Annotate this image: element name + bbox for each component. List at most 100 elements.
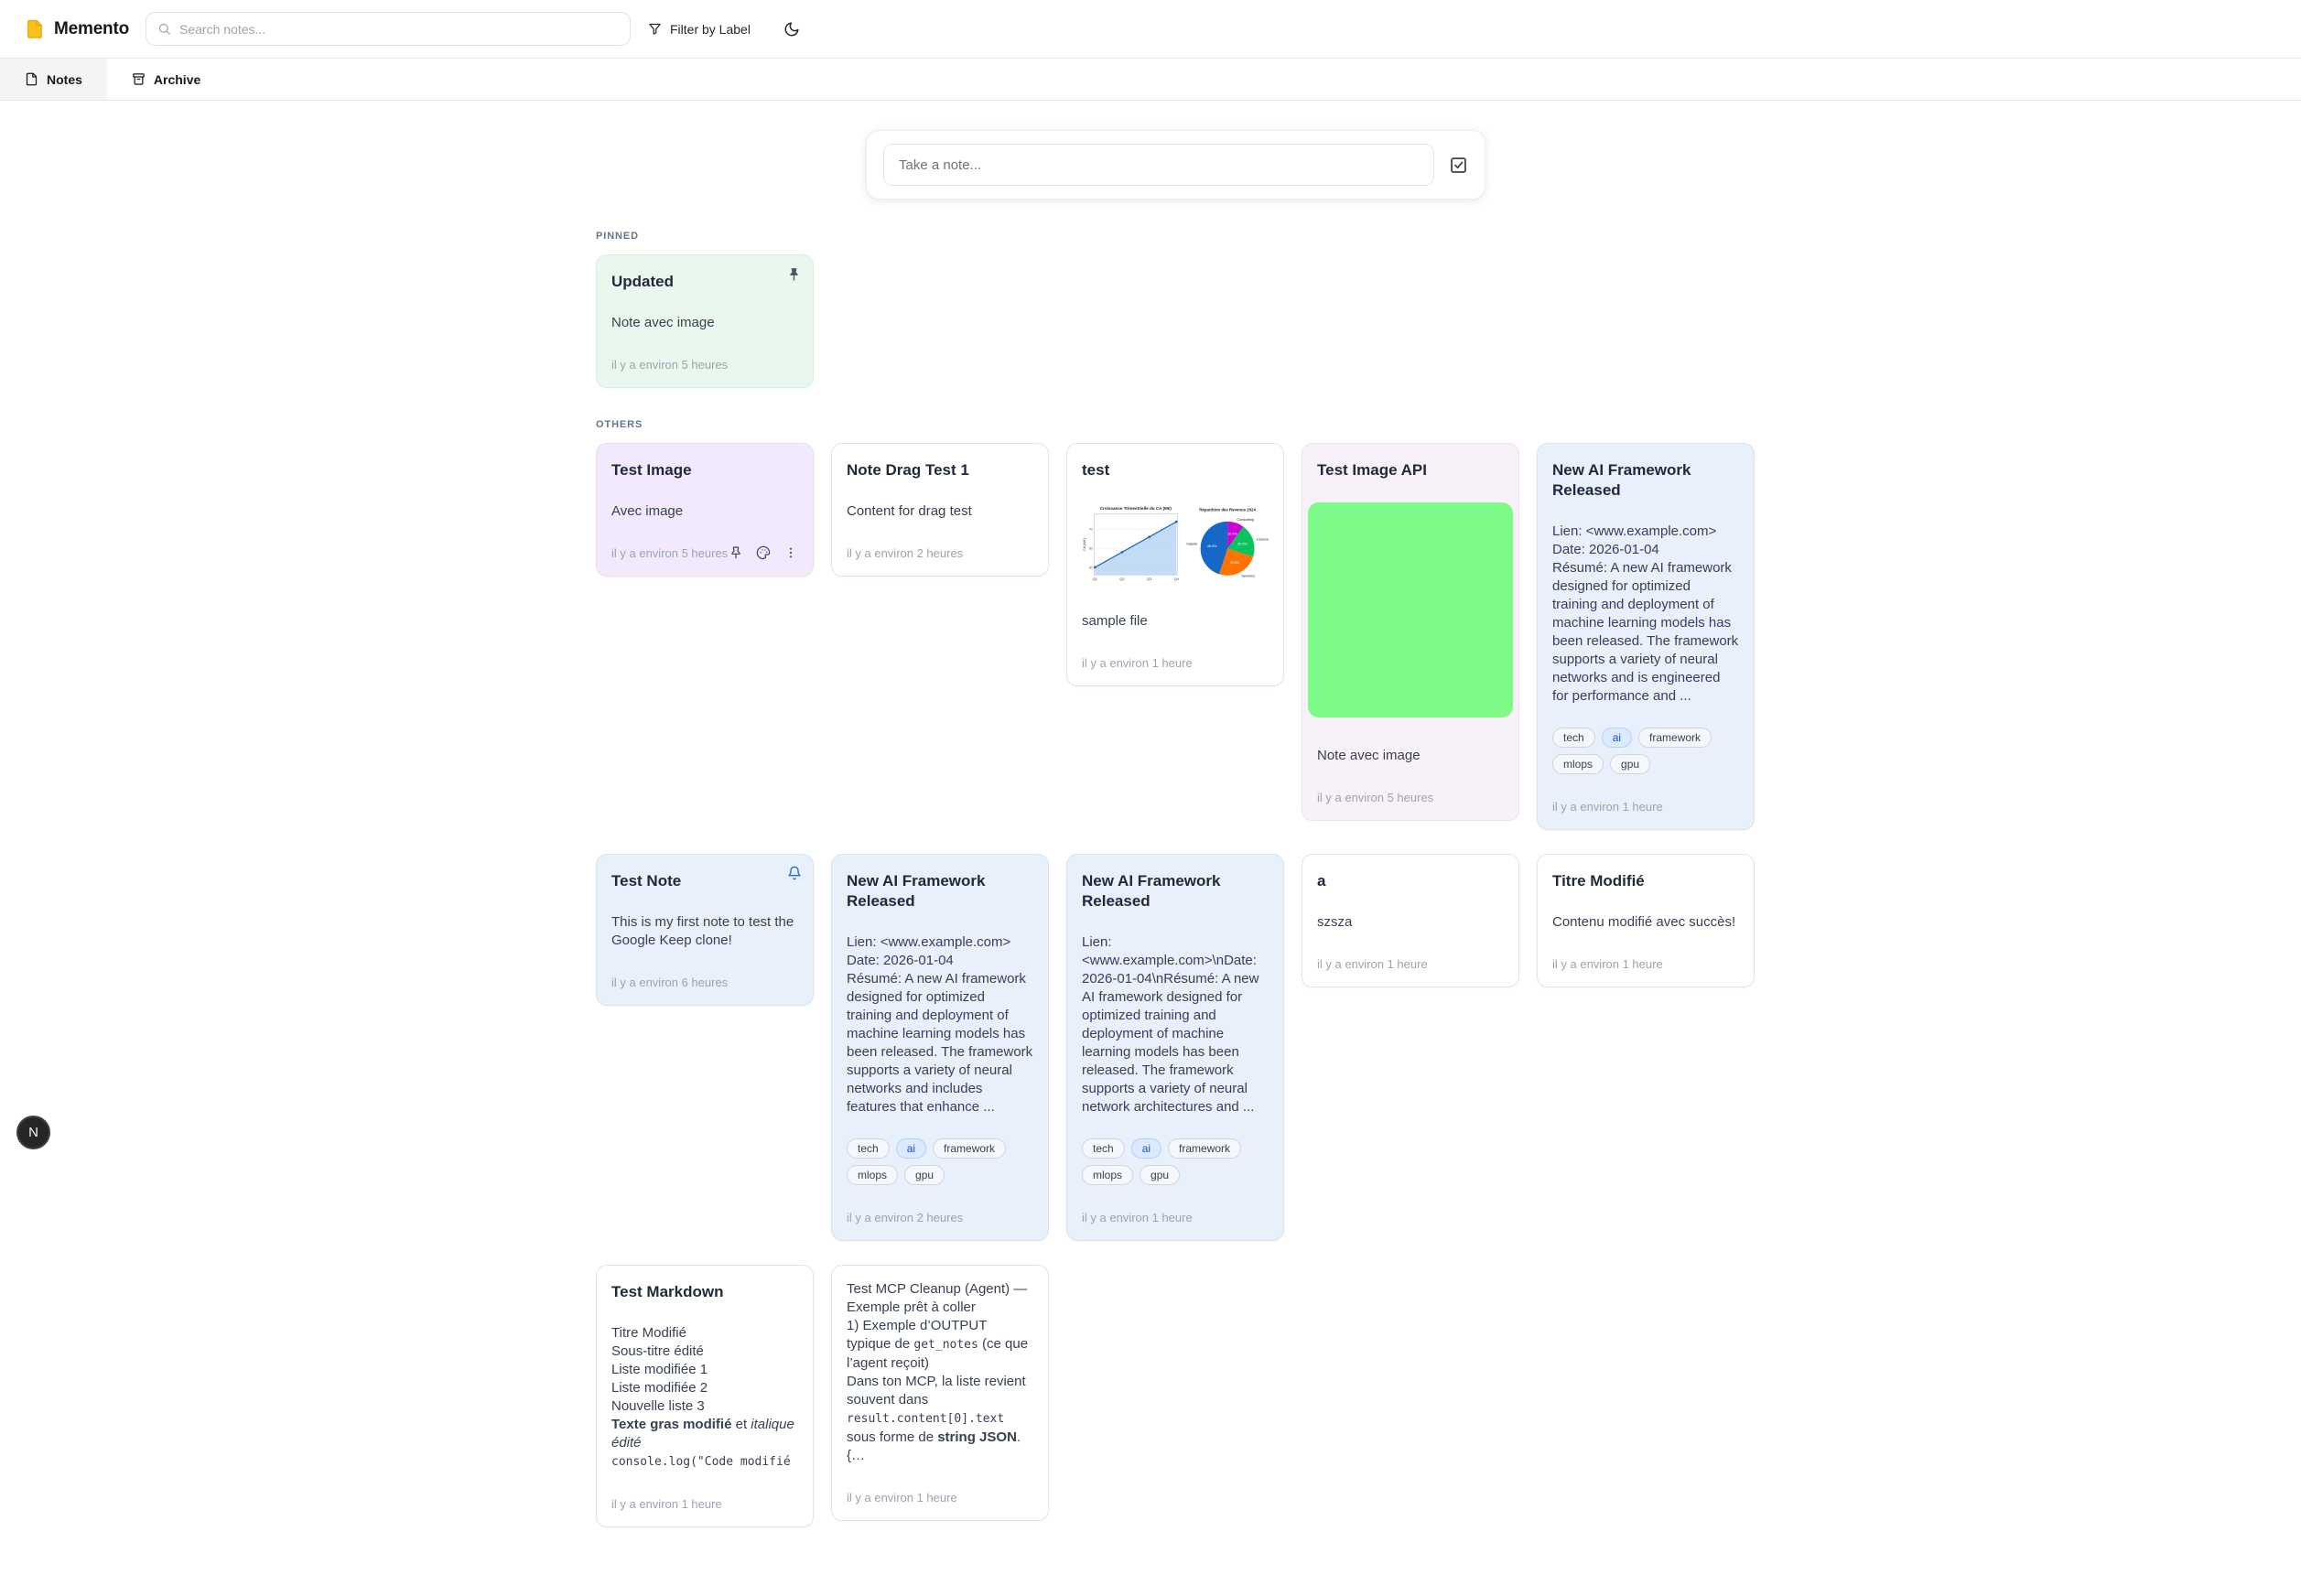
note-card[interactable]: test506070Q1Q2Q3Q4Croissance Trimestriel… [1066,443,1284,686]
svg-text:Croissance Trimestrielle du CA: Croissance Trimestrielle du CA (M€) [1100,506,1172,511]
svg-text:Q2: Q2 [1119,577,1124,581]
tag-chip[interactable]: mlops [847,1165,898,1185]
note-timestamp: il y a environ 5 heures [611,546,728,560]
note-title: Test Image [611,460,798,480]
svg-text:Licences: Licences [1257,536,1269,541]
tag-chip[interactable]: tech [1082,1138,1125,1159]
tag-chip[interactable]: framework [1638,728,1712,748]
note-card[interactable]: Note Drag Test 1Content for drag testil … [831,443,1049,577]
tag-chip[interactable]: gpu [1610,754,1650,774]
take-a-note-input[interactable] [883,144,1434,186]
note-timestamp: il y a environ 5 heures [1317,791,1433,804]
note-card[interactable]: Test Image APINote avec imageil y a envi… [1302,443,1519,821]
note-timestamp: il y a environ 1 heure [1082,656,1193,670]
note-image [1308,502,1513,717]
check-square-icon [1449,156,1468,175]
note-card[interactable]: UpdatedNote avec imageil y a environ 5 h… [596,254,814,388]
tab-notes[interactable]: Notes [0,59,107,100]
note-title: test [1082,460,1269,480]
tag-chip[interactable]: ai [896,1138,926,1159]
note-content: Lien: <www.example.com>\nDate: 2026-01-0… [1082,933,1269,1116]
funnel-icon [648,22,662,36]
svg-text:CA (M€): CA (M€) [1083,537,1086,551]
note-card[interactable]: Test Note This is my first note to test t… [596,854,814,1006]
note-content: Contenu modifié avec succès! [1552,913,1739,932]
note-card[interactable]: New AI Framework ReleasedLien: <www.exam… [831,854,1049,1241]
reminder-bell-badge[interactable] [787,866,802,880]
note-card[interactable]: Test MarkdownTitre ModifiéSous-titre édi… [596,1265,814,1527]
svg-text:10.0%: 10.0% [1227,532,1237,535]
tag-chip[interactable]: gpu [1140,1165,1180,1185]
note-card[interactable]: aszszail y a environ 1 heure [1302,854,1519,987]
note-card[interactable]: Test ImageAvec imageil y a environ 5 heu… [596,443,814,577]
search-box [146,12,631,46]
tag-chip[interactable]: ai [1602,728,1632,748]
svg-text:Q3: Q3 [1147,577,1152,581]
note-footer: il y a environ 6 heures [611,974,798,990]
note-timestamp: il y a environ 2 heures [847,1211,963,1224]
note-title: Titre Modifié [1552,871,1739,891]
tab-archive-label: Archive [154,72,200,87]
app-logo-icon [24,18,45,39]
tab-archive[interactable]: Archive [107,59,225,100]
app-header: Memento Filter by Label [0,0,2301,59]
note-content: Lien: <www.example.com> Date: 2026-01-04… [847,933,1033,1116]
note-title: New AI Framework Released [1552,460,1739,501]
tab-notes-label: Notes [47,72,82,87]
filter-by-label-button[interactable]: Filter by Label [648,22,751,37]
palette-icon[interactable] [756,545,771,560]
tag-chip[interactable]: tech [847,1138,890,1159]
note-timestamp: il y a environ 2 heures [847,546,963,560]
others-section-label: OTHERS [596,419,2301,430]
filter-by-label-text: Filter by Label [670,22,751,37]
tag-chip[interactable]: mlops [1082,1165,1133,1185]
note-timestamp: il y a environ 1 heure [1552,800,1663,814]
pinned-section-label: PINNED [596,231,2301,242]
note-footer: il y a environ 5 heures [611,545,798,561]
note-file-icon [25,72,38,86]
tag-chip[interactable]: tech [1552,728,1595,748]
note-content: sample file [1082,612,1269,631]
search-input[interactable] [179,22,619,37]
note-tags: techai framework mlops gpu [1552,728,1739,774]
note-attachments: 506070Q1Q2Q3Q4Croissance Trimestrielle d… [1082,502,1269,587]
pin-outline-icon[interactable] [729,545,743,560]
note-footer: il y a environ 1 heure [1317,955,1504,972]
note-footer: il y a environ 1 heure [611,1495,798,1512]
more-vertical-icon[interactable] [783,545,798,560]
tag-chip[interactable]: ai [1131,1138,1161,1159]
note-title: Test Image API [1317,460,1504,480]
note-footer: il y a environ 1 heure [1082,654,1269,671]
svg-text:45.0%: 45.0% [1207,545,1217,548]
svg-text:60: 60 [1089,547,1093,551]
tab-bar: Notes Archive [0,59,2301,101]
svg-text:Répartition des Revenus 2024: Répartition des Revenus 2024 [1199,508,1256,512]
note-card[interactable]: New AI Framework ReleasedLien: <www.exam… [1066,854,1284,1241]
dev-badge[interactable]: N [16,1116,50,1149]
svg-text:Services: Services [1241,573,1255,577]
new-checklist-button[interactable] [1449,156,1468,175]
note-content: This is my first note to test the Google… [611,913,798,950]
pinned-badge[interactable] [786,266,802,282]
note-footer: il y a environ 1 heure [1082,1209,1269,1225]
note-card[interactable]: Titre Modifié Contenu modifié avec succès… [1537,854,1755,987]
note-card[interactable]: Test MCP Cleanup (Agent) — Exemple prêt … [831,1265,1049,1521]
note-timestamp: il y a environ 1 heure [1317,957,1428,971]
note-card[interactable]: New AI Framework ReleasedLien: <www.exam… [1537,443,1755,830]
note-content: szsza [1317,913,1504,932]
search-icon [157,22,171,36]
note-title: Test Markdown [611,1282,798,1302]
pinned-notes-grid: UpdatedNote avec imageil y a environ 5 h… [596,254,1755,388]
tag-chip[interactable]: framework [933,1138,1006,1159]
note-footer: il y a environ 2 heures [847,545,1033,561]
line-chart-thumbnail: 506070Q1Q2Q3Q4Croissance Trimestrielle d… [1082,502,1181,587]
note-title: Test Note [611,871,798,891]
note-actions [729,545,798,560]
tag-chip[interactable]: mlops [1552,754,1604,774]
tag-chip[interactable]: framework [1168,1138,1241,1159]
dark-mode-toggle[interactable] [783,21,800,38]
tag-chip[interactable]: gpu [904,1165,945,1185]
svg-text:Q4: Q4 [1174,577,1180,581]
note-timestamp: il y a environ 1 heure [847,1491,957,1504]
note-content: Content for drag test [847,502,1033,521]
